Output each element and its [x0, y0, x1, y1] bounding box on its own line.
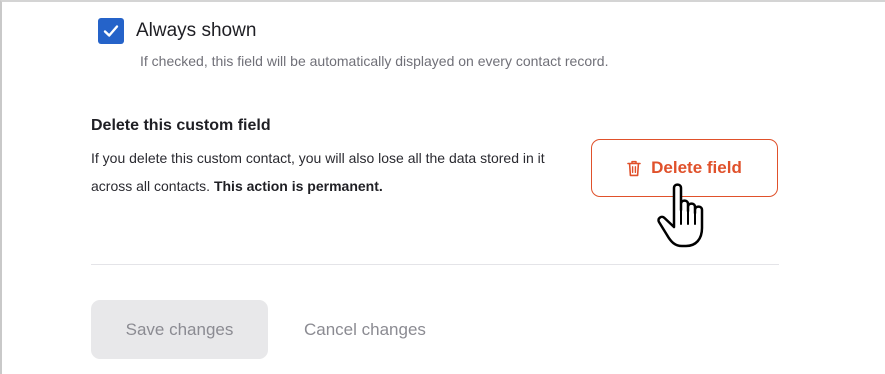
settings-panel: Always shown If checked, this field will… [0, 0, 885, 374]
cancel-changes-button[interactable]: Cancel changes [304, 300, 426, 359]
always-shown-checkbox[interactable] [98, 18, 124, 44]
hand-pointer-cursor-icon [657, 183, 704, 248]
trash-icon [627, 160, 641, 176]
save-changes-button[interactable]: Save changes [91, 300, 268, 359]
section-divider [91, 264, 779, 265]
always-shown-row: Always shown [98, 18, 256, 44]
always-shown-label[interactable]: Always shown [136, 20, 256, 42]
delete-section-description: If you delete this custom contact, you w… [91, 144, 571, 200]
delete-description-emphasis: This action is permanent. [213, 178, 383, 194]
checkmark-icon [103, 25, 119, 37]
delete-section-title: Delete this custom field [91, 117, 271, 134]
always-shown-help-text: If checked, this field will be automatic… [140, 53, 609, 69]
delete-field-label: Delete field [651, 158, 742, 177]
